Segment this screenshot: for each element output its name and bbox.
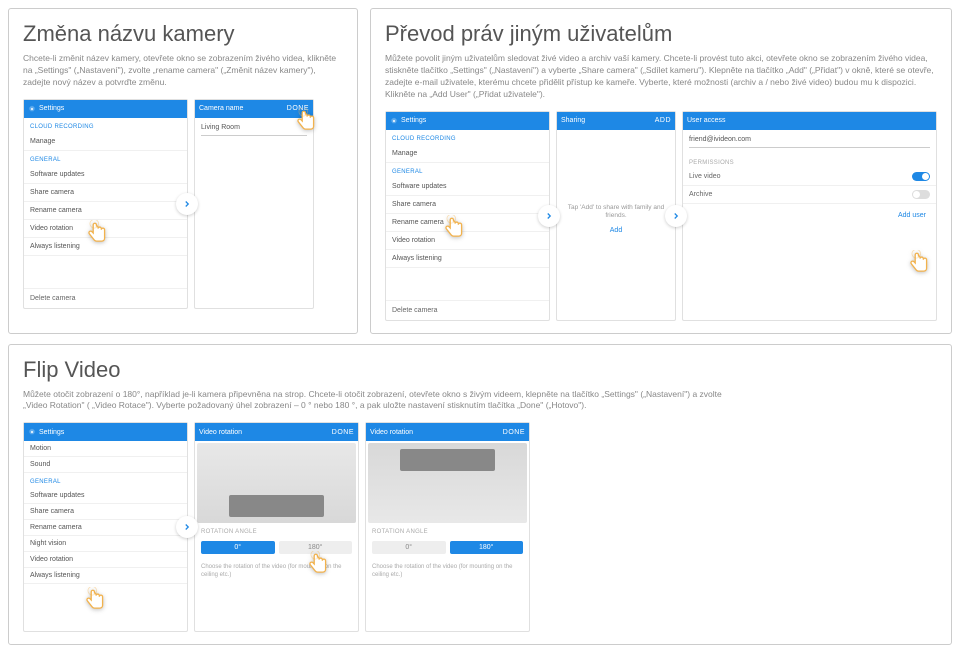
gear-icon <box>28 105 36 113</box>
rename-title: Změna názvu kamery <box>23 21 343 47</box>
arrow-icon <box>665 205 687 227</box>
flip-video-panel: Flip Video Můžete otočit zobrazení o 180… <box>8 344 952 646</box>
rotate-180-button[interactable]: 180° <box>450 541 524 554</box>
flip-title: Flip Video <box>23 357 937 383</box>
add-button[interactable]: ADD <box>655 117 671 124</box>
rename-camera-panel: Změna názvu kamery Chcete-li změnit náze… <box>8 8 358 334</box>
live-video-row: Live video <box>683 168 936 186</box>
section-general: GENERAL <box>24 151 187 166</box>
video-rotation-screen-b: Video rotationDONE ROTATION ANGLE 0° 180… <box>365 422 530 632</box>
hand-icon <box>293 108 319 134</box>
arrow-icon <box>176 193 198 215</box>
arrow-icon <box>538 205 560 227</box>
share-camera-row[interactable]: Share camera <box>24 184 187 202</box>
permissions-label: PERMISSIONS <box>683 154 936 168</box>
email-input[interactable]: friend@ivideon.com <box>689 136 930 148</box>
rotate-0-button[interactable]: 0° <box>372 541 446 554</box>
rotation-angle-label: ROTATION ANGLE <box>195 525 358 535</box>
gear-icon <box>390 117 398 125</box>
gear-icon <box>28 428 36 436</box>
add-link[interactable]: Add <box>557 225 675 236</box>
video-rotation-row-3[interactable]: Video rotation <box>24 552 187 568</box>
settings-screen: Settings CLOUD RECORDING Manage GENERAL … <box>23 99 188 309</box>
sharing-screen: SharingADD Tap 'Add' to share with famil… <box>556 111 676 321</box>
rename-camera-row[interactable]: Rename camera <box>24 202 187 220</box>
hand-icon <box>84 220 110 246</box>
done-button[interactable]: DONE <box>503 429 525 436</box>
rotation-help: Choose the rotation of the video (for mo… <box>195 560 358 584</box>
hand-icon <box>305 551 331 577</box>
transfer-rights-panel: Převod práv jiným uživatelům Můžete povo… <box>370 8 952 334</box>
camera-name-input[interactable]: Living Room <box>201 124 307 136</box>
transfer-title: Převod práv jiným uživatelům <box>385 21 937 47</box>
flip-desc: Můžete otočit zobrazení o 180°, napříkla… <box>23 389 743 413</box>
tap-hint: Tap 'Add' to share with family and frien… <box>557 200 675 225</box>
camera-name-screen: Camera name DONE Living Room <box>194 99 314 309</box>
video-rotation-screen-a: Video rotationDONE ROTATION ANGLE 0° 180… <box>194 422 359 632</box>
sound-row[interactable]: Sound <box>24 457 187 473</box>
share-camera-row-2[interactable]: Share camera <box>386 196 549 214</box>
manage-row[interactable]: Manage <box>24 133 187 151</box>
archive-toggle[interactable] <box>912 190 930 199</box>
live-video-toggle[interactable] <box>912 172 930 181</box>
delete-camera-row[interactable]: Delete camera <box>24 288 187 308</box>
settings-bar: Settings <box>24 100 187 118</box>
settings-screen-2: Settings CLOUD RECORDING Manage GENERAL … <box>385 111 550 321</box>
rotation-preview <box>197 443 356 523</box>
software-updates-row[interactable]: Software updates <box>24 166 187 184</box>
rename-desc: Chcete-li změnit název kamery, otevřete … <box>23 53 343 89</box>
transfer-desc: Můžete povolit jiným uživatelům sledovat… <box>385 53 937 101</box>
hand-icon <box>441 215 467 241</box>
rotation-preview-flipped <box>368 443 527 523</box>
hand-icon <box>82 587 108 613</box>
arrow-icon <box>176 516 198 538</box>
done-button[interactable]: DONE <box>332 429 354 436</box>
add-user-button[interactable]: Add user <box>683 204 936 227</box>
settings-screen-3: Settings Motion Sound GENERAL Software u… <box>23 422 188 632</box>
user-access-screen: User access friend@ivideon.com PERMISSIO… <box>682 111 937 321</box>
rotate-0-button[interactable]: 0° <box>201 541 275 554</box>
night-vision-row[interactable]: Night vision <box>24 536 187 552</box>
motion-row[interactable]: Motion <box>24 441 187 457</box>
archive-row: Archive <box>683 186 936 204</box>
hand-icon <box>906 250 932 276</box>
section-cloud: CLOUD RECORDING <box>24 118 187 133</box>
